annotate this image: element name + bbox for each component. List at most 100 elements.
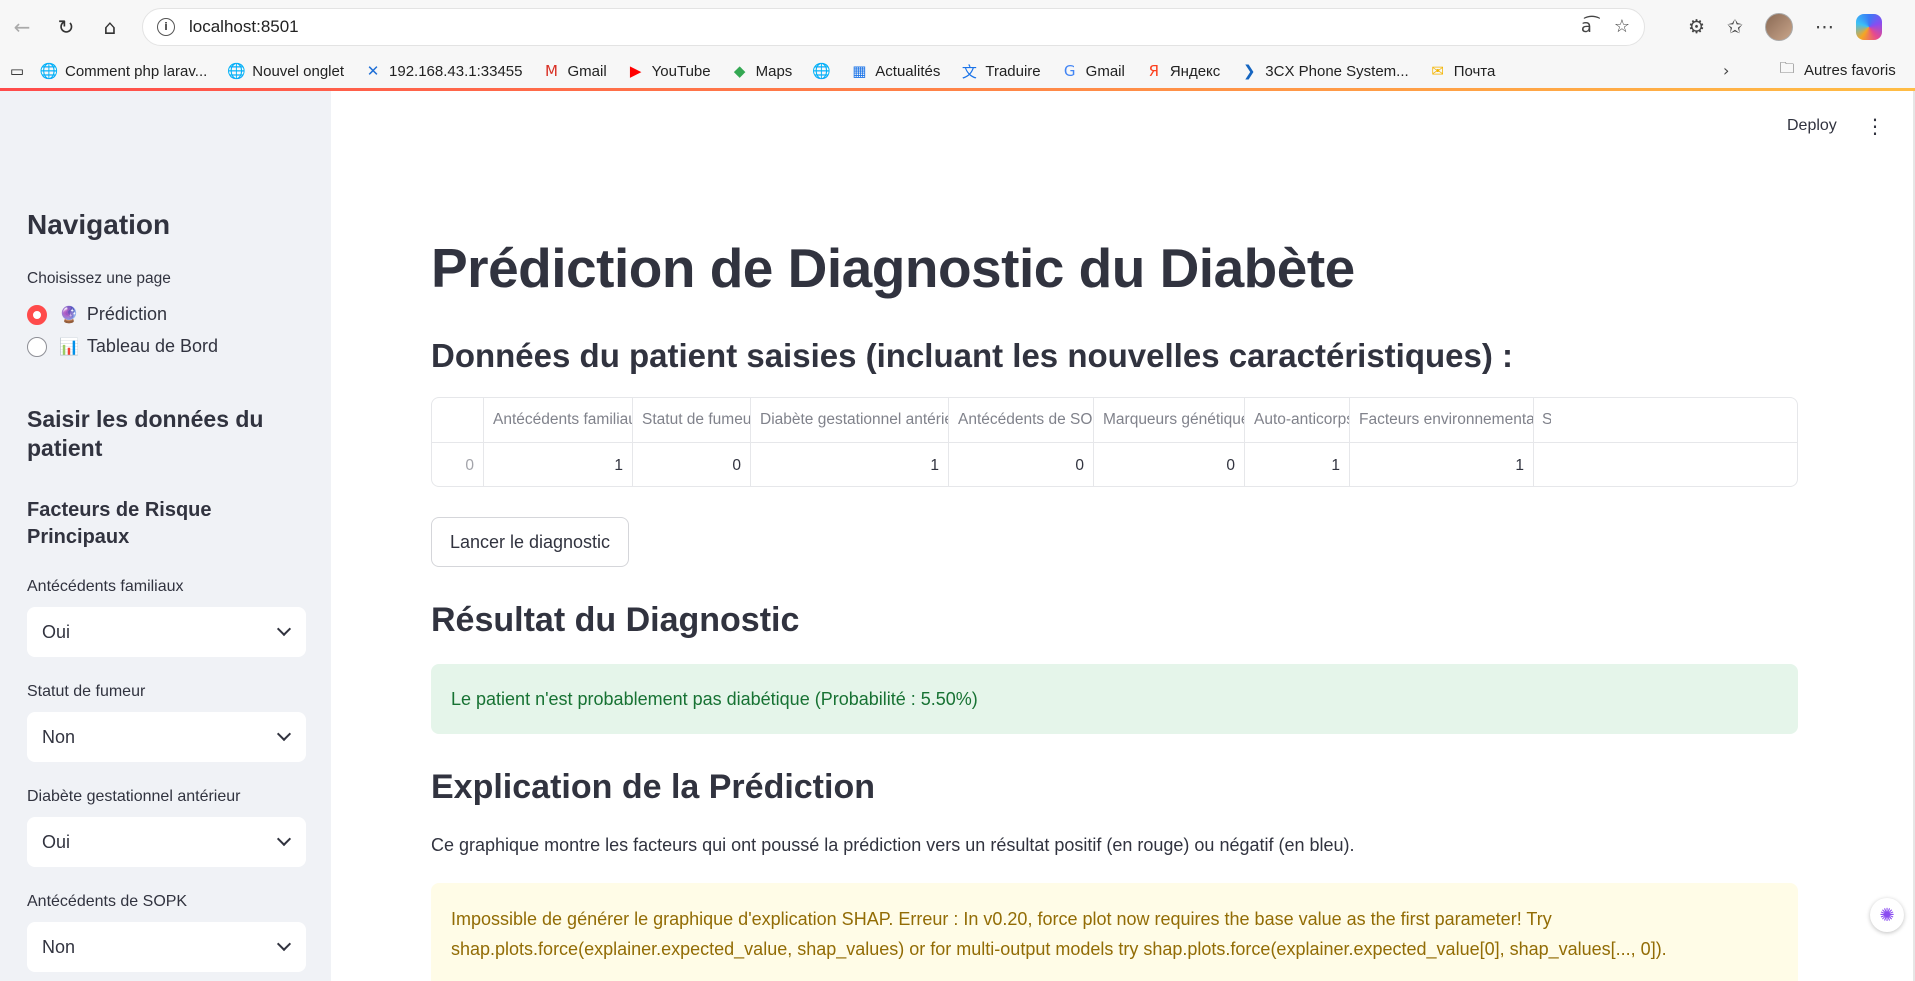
bookmark-item[interactable]: ❯ 3CX Phone System... (1240, 62, 1409, 80)
chevron-down-icon (276, 831, 292, 847)
folder-icon: 🗀 (1779, 58, 1795, 77)
browser-toolbar: ← ↻ ⌂ i localhost:8501 a͡ ☆ ⚙ ✩ ⋯ (0, 0, 1915, 54)
result-success-alert: Le patient n'est probablement pas diabét… (431, 664, 1798, 734)
table-cell[interactable] (1534, 443, 1552, 486)
translate-icon: 文 (961, 62, 977, 81)
address-bar[interactable]: i localhost:8501 a͡ ☆ (142, 8, 1645, 46)
radio-dashboard[interactable]: 📊 Tableau de Bord (27, 336, 218, 357)
bookmark-item[interactable]: 文 Traduire (960, 62, 1041, 81)
back-icon[interactable]: ← (8, 13, 36, 41)
row-index-cell[interactable]: 0 (432, 443, 484, 486)
chevron-down-icon (276, 936, 292, 952)
table-header-cell[interactable]: Facteurs environnementaux (1350, 398, 1534, 442)
google-icon: G (1063, 62, 1076, 80)
bookmark-label: Gmail (1085, 62, 1125, 80)
brain-icon[interactable]: ✺ (1870, 898, 1904, 932)
radio-label: Tableau de Bord (86, 336, 219, 356)
bookmark-item[interactable]: Я Яндекс (1145, 62, 1221, 80)
more-icon[interactable]: ⋯ (1815, 16, 1834, 38)
bookmark-item[interactable]: 🌐 (811, 62, 831, 80)
radio-prediction[interactable]: 🔮 Prédiction (27, 304, 167, 325)
radio-button[interactable] (27, 336, 47, 357)
warning-line: shap.plots.force(explainer.expected_valu… (451, 939, 1667, 959)
chevron-down-icon (276, 621, 292, 637)
nav-title: Navigation (27, 209, 171, 240)
site-info-icon[interactable]: i (157, 18, 175, 36)
chevron-right-icon[interactable]: › (1723, 61, 1729, 80)
table-header-cell[interactable]: Antécédents de SOPK (949, 398, 1094, 442)
page-title: Prédiction de Diagnostic du Diabète (431, 237, 1355, 299)
table-header-cell[interactable]: Auto-anticorps (1245, 398, 1350, 442)
input-section-title: Saisir les données du patient (27, 406, 264, 461)
table-header-cell[interactable]: Diabète gestationnel antérieur (751, 398, 949, 442)
main-menu-icon[interactable]: ⋮ (1865, 114, 1885, 138)
bookmark-item[interactable]: ▶ YouTube (627, 62, 711, 80)
result-title: Résultat du Diagnostic (431, 601, 800, 639)
globe-icon: 🌐 (39, 62, 59, 80)
table-cell[interactable]: 0 (949, 443, 1094, 486)
star-icon[interactable]: ☆ (1614, 16, 1630, 37)
favorites-icon[interactable]: ✩ (1727, 16, 1743, 38)
bookmark-label: Traduire (985, 62, 1041, 80)
bookmark-item[interactable]: ◆ Maps (731, 62, 792, 80)
bookmark-item[interactable]: 🌐 Comment php larav... (39, 62, 208, 80)
profile-avatar[interactable] (1764, 13, 1793, 41)
select-value: Oui (42, 831, 71, 852)
table-cell[interactable]: 1 (1350, 443, 1534, 486)
radio-button[interactable] (27, 304, 47, 325)
gestational-diabetes-select[interactable]: Oui (27, 817, 306, 867)
bookmark-label: Comment php larav... (65, 62, 208, 80)
table-header-cell[interactable] (432, 398, 484, 442)
table-cell[interactable]: 1 (1245, 443, 1350, 486)
copilot-icon[interactable] (1855, 14, 1882, 40)
table-header-cell[interactable]: Statut de fumeur (633, 398, 751, 442)
table-header-cell[interactable]: S (1534, 398, 1551, 442)
other-favorites-label: Autres favoris (1804, 61, 1896, 79)
bookmark-item[interactable]: M Gmail (542, 62, 607, 80)
bookmarks-bar: ▭ 🌐 Comment php larav... 🌐 Nouvel onglet ✕ 19… (0, 54, 1915, 88)
reload-icon[interactable]: ↻ (52, 13, 80, 41)
field-label: Statut de fumeur (27, 683, 146, 700)
maps-pin-icon: ◆ (733, 62, 746, 80)
patient-data-table[interactable]: Antécédents familiaux Statut de fumeur Dia… (431, 397, 1798, 487)
globe-icon: 🌐 (226, 62, 246, 80)
youtube-icon: ▶ (629, 62, 642, 80)
read-aloud-icon[interactable]: a͡ (1581, 16, 1592, 37)
warning-line: Impossible de générer le graphique d'exp… (451, 909, 1552, 929)
crystal-ball-icon: 🔮 (59, 306, 79, 324)
bookmark-item[interactable]: ✉ Почта (1429, 62, 1496, 80)
radio-label: Prédiction (86, 304, 167, 324)
extensions-icon[interactable]: ⚙ (1688, 16, 1705, 38)
bookmark-item[interactable]: 🌐 Nouvel onglet (227, 62, 344, 80)
bookmark-item[interactable]: ▦ Actualités (850, 62, 940, 80)
table-header-cell[interactable]: Marqueurs génétiques (1094, 398, 1245, 442)
field-label: Antécédents de SOPK (27, 893, 188, 910)
deploy-button[interactable]: Deploy (1787, 117, 1837, 135)
select-value: Non (42, 726, 76, 747)
family-history-select[interactable]: Oui (27, 607, 306, 657)
table-cell[interactable]: 0 (633, 443, 751, 486)
other-favorites[interactable]: 🗀 Autres favoris (1778, 58, 1896, 79)
risk-section-title: Facteurs de Risque Principaux (27, 499, 212, 548)
globe-icon: 🌐 (811, 62, 831, 80)
table-cell[interactable]: 1 (484, 443, 633, 486)
table-cell[interactable]: 0 (1094, 443, 1245, 486)
run-diagnosis-button[interactable]: Lancer le diagnostic (431, 517, 629, 567)
yandex-icon: Я (1148, 62, 1160, 80)
bookmark-label: Почта (1453, 62, 1496, 80)
home-icon[interactable]: ⌂ (96, 13, 124, 41)
pcos-history-select[interactable]: Non (27, 922, 306, 972)
sidebar: Navigation Choisissez une page 🔮 Prédict… (0, 91, 331, 981)
bookmark-item[interactable]: ✕ 192.168.43.1:33455 (364, 62, 523, 80)
x-logo-icon: ✕ (366, 62, 380, 80)
mail-icon: ✉ (1431, 62, 1444, 80)
table-header-cell[interactable]: Antécédents familiaux (484, 398, 633, 442)
field-label: Antécédents familiaux (27, 578, 184, 595)
explanation-title: Explication de la Prédiction (431, 768, 875, 806)
smoker-status-select[interactable]: Non (27, 712, 306, 762)
table-cell[interactable]: 1 (751, 443, 949, 486)
bookmark-item[interactable]: G Gmail (1061, 62, 1125, 80)
table-row: 01010011 (432, 443, 1797, 486)
tab-icon[interactable]: ▭ (8, 62, 26, 80)
bookmark-label: 3CX Phone System... (1265, 62, 1409, 80)
